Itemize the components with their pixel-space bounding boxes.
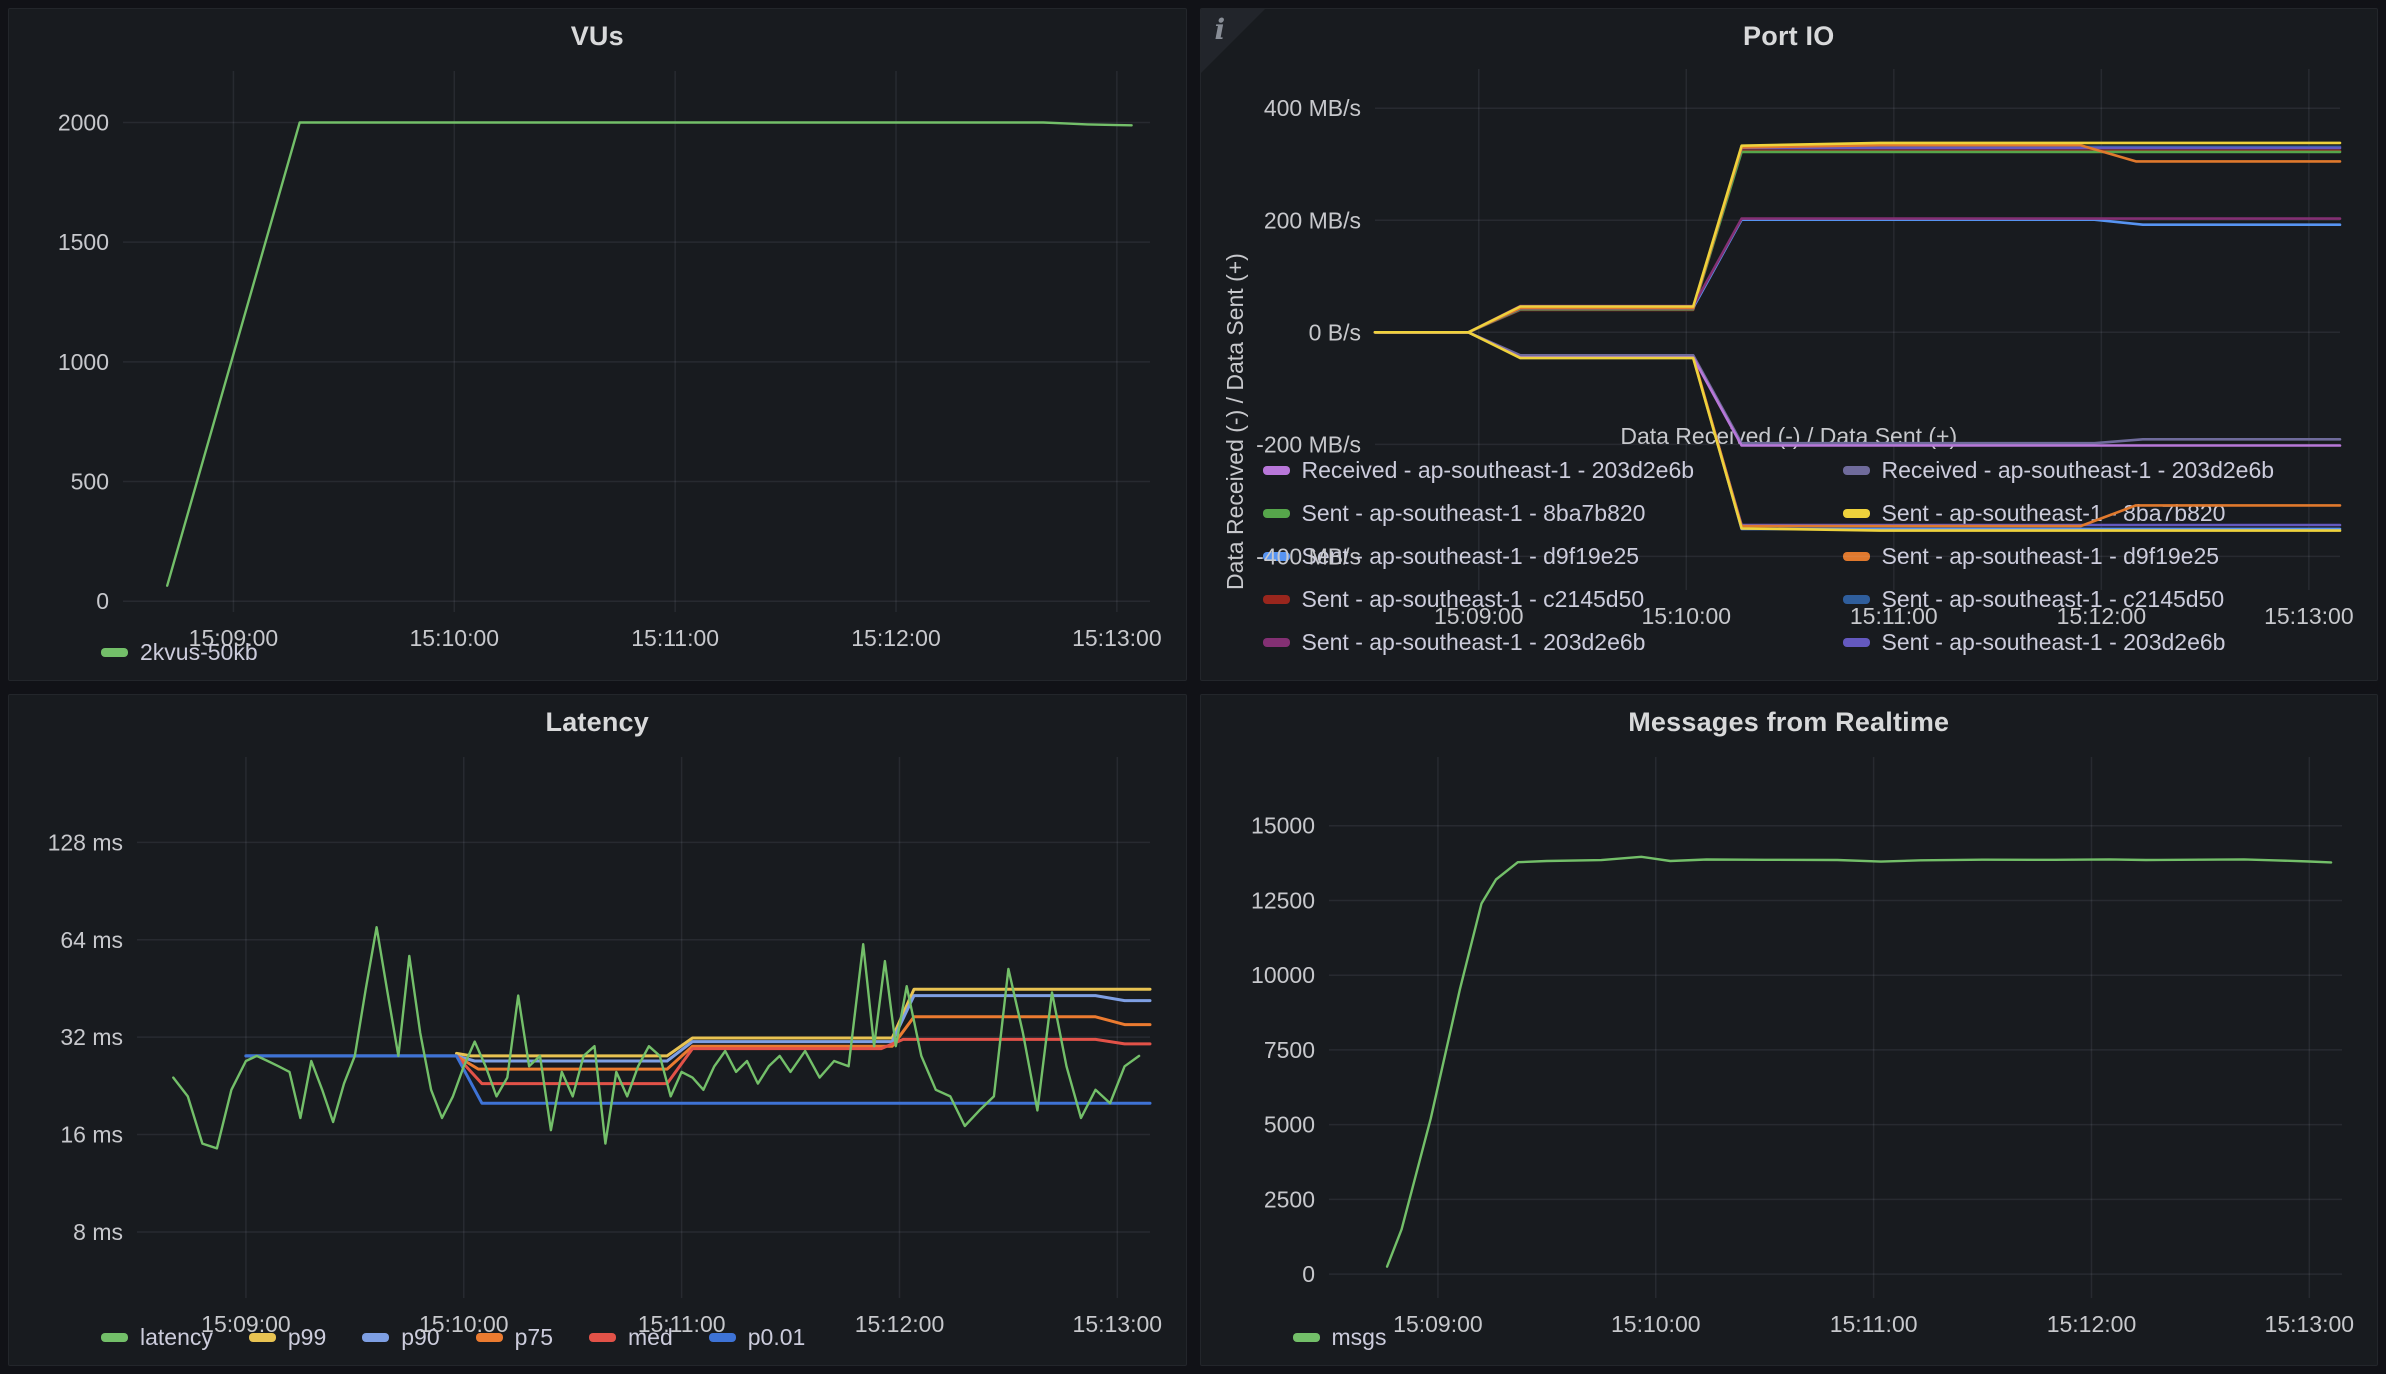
series-line — [1387, 856, 2331, 1266]
series-line — [1375, 332, 2340, 445]
x-tick-label: 15:10:00 — [1641, 603, 1731, 629]
panel-title-vus[interactable]: VUs — [23, 15, 1172, 57]
panel-title-messages[interactable]: Messages from Realtime — [1215, 701, 2364, 743]
series-line — [1375, 145, 2340, 332]
y-tick-label: 0 — [96, 588, 109, 614]
x-tick-label: 15:11:00 — [638, 1311, 726, 1337]
x-tick-label: 15:09:00 — [189, 625, 279, 651]
y-tick-label: 16 ms — [60, 1121, 123, 1147]
latency-chart-area[interactable]: 128 ms64 ms32 ms16 ms8 ms15:09:0015:10:0… — [23, 743, 1172, 1315]
legend-label: Received - ap-southeast-1 - 203d2e6b — [1302, 457, 1695, 484]
y-tick-label: 1500 — [58, 229, 109, 255]
y-tick-label: 7500 — [1263, 1036, 1314, 1062]
panel-vus: VUs 2000 1500 1000 500 0 15:09:00 15:10:00 15:1… — [8, 8, 1187, 681]
series-line — [1375, 332, 2340, 525]
y-tick-label: 200 MB/s — [1263, 207, 1360, 233]
y-tick-label: -200 MB/s — [1256, 431, 1361, 457]
panel-latency: Latency 128 ms 64 ms 32 ms 16 ms 8 ms 15:09:0… — [8, 694, 1187, 1367]
y-axis-label: Data Received (-) / Data Sent (+) — [1222, 253, 1248, 590]
series-line — [1375, 332, 2340, 529]
latency-plot[interactable]: 128 ms 64 ms 32 ms 16 ms 8 ms 15:09:00 15:10:0… — [23, 743, 1172, 1342]
y-tick-label: 0 B/s — [1308, 319, 1360, 345]
legend-label: Received - ap-southeast-1 - 203d2e6b — [1882, 457, 2275, 484]
y-tick-label: 8 ms — [73, 1218, 123, 1244]
x-tick-label: 15:09:00 — [1433, 603, 1523, 629]
series-line — [1375, 332, 2340, 443]
panel-title-latency[interactable]: Latency — [23, 701, 1172, 743]
messages-chart-area[interactable]: 150001250010000750050002500015:09:0015:1… — [1215, 743, 2364, 1315]
x-tick-label: 15:12:00 — [855, 1311, 945, 1337]
x-tick-label: 15:11:00 — [631, 625, 719, 651]
dashboard-grid: VUs 200015001000500015:09:0015:10:0015:1… — [0, 0, 2386, 1374]
x-tick-label: 15:09:00 — [1393, 1311, 1483, 1337]
y-tick-label: 15000 — [1251, 812, 1315, 838]
y-tick-label: 400 MB/s — [1263, 95, 1360, 121]
legend-swatch-icon — [1843, 466, 1870, 475]
x-tick-label: 15:11:00 — [1849, 603, 1937, 629]
series-line — [167, 123, 1131, 586]
legend-swatch-icon — [1843, 638, 1870, 647]
panel-info-corner[interactable] — [1201, 9, 1265, 73]
x-tick-label: 15:12:00 — [851, 625, 941, 651]
y-tick-label: 10000 — [1251, 962, 1315, 988]
x-tick-label: 15:13:00 — [1073, 1311, 1163, 1337]
y-tick-label: 2500 — [1263, 1186, 1314, 1212]
x-tick-label: 15:11:00 — [1829, 1311, 1917, 1337]
y-tick-label: 0 — [1302, 1261, 1315, 1287]
series-line — [1375, 147, 2340, 332]
series-line — [1375, 148, 2340, 332]
x-tick-label: 15:13:00 — [1072, 625, 1162, 651]
y-tick-label: 2000 — [58, 109, 109, 135]
panel-title-port-io[interactable]: Port IO — [1215, 15, 2364, 57]
x-tick-label: 15:13:00 — [2264, 1311, 2354, 1337]
panel-messages: Messages from Realtime 15000 12500 10000 75… — [1200, 694, 2379, 1367]
y-tick-label: 64 ms — [60, 926, 123, 952]
series-line — [246, 1055, 1150, 1102]
series-line — [246, 995, 1150, 1060]
port-io-plot[interactable]: 400 MB/s 200 MB/s 0 B/s -200 MB/s -400 MB/s 1… — [1215, 57, 2364, 634]
x-tick-label: 15:12:00 — [2046, 1311, 2136, 1337]
x-tick-label: 15:13:00 — [2264, 603, 2354, 629]
vus-chart-area[interactable]: 200015001000500015:09:0015:10:0015:11:00… — [23, 57, 1172, 629]
vus-plot[interactable]: 2000 1500 1000 500 0 15:09:00 15:10:00 15:11:00… — [23, 57, 1172, 656]
y-tick-label: 5000 — [1263, 1111, 1314, 1137]
x-tick-label: 15:10:00 — [410, 625, 500, 651]
legend-swatch-icon — [1263, 466, 1290, 475]
series-line — [1375, 332, 2340, 526]
y-tick-label: 1000 — [58, 349, 109, 375]
port-io-chart-area[interactable]: 400 MB/s200 MB/s0 B/s-200 MB/s-400 MB/s1… — [1215, 57, 2364, 423]
y-tick-label: -400 MB/s — [1256, 543, 1361, 569]
messages-plot[interactable]: 15000 12500 10000 7500 5000 2500 0 15:09:00 15:1… — [1215, 743, 2364, 1342]
panel-port-io: i Port IO 400 MB/s200 MB/s0 B/s-200 MB/s… — [1200, 8, 2379, 681]
x-tick-label: 15:10:00 — [419, 1311, 509, 1337]
y-tick-label: 500 — [71, 469, 109, 495]
y-tick-label: 32 ms — [60, 1024, 123, 1050]
series-line — [1375, 220, 2340, 333]
y-tick-label: 12500 — [1251, 887, 1315, 913]
x-tick-label: 15:09:00 — [201, 1311, 291, 1337]
y-tick-label: 128 ms — [48, 829, 123, 855]
series-line — [1375, 219, 2340, 333]
x-tick-label: 15:12:00 — [2056, 603, 2146, 629]
series-line — [1375, 332, 2340, 530]
legend-swatch-icon — [1263, 638, 1290, 647]
x-tick-label: 15:10:00 — [1611, 1311, 1701, 1337]
series-line — [1375, 143, 2340, 332]
